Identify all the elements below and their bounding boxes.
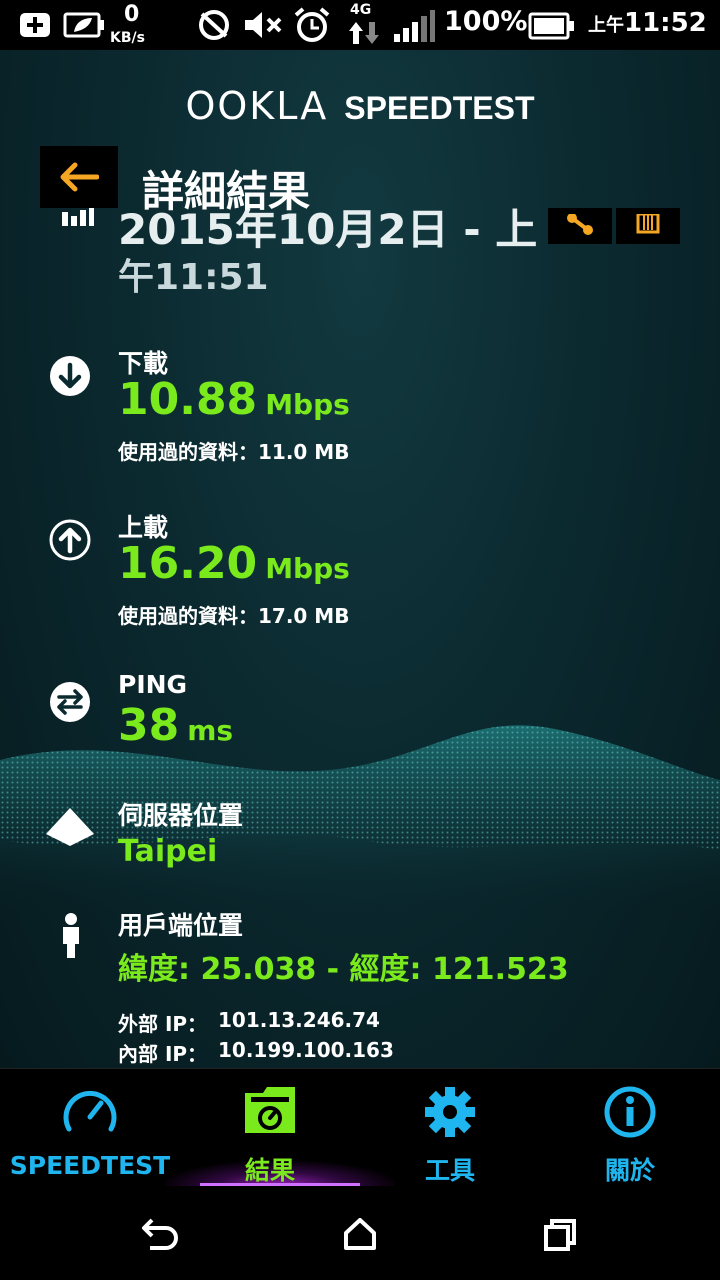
upload-data-used: 使用過的資料：17.0 MB: [118, 604, 350, 628]
system-back-button[interactable]: [128, 1210, 192, 1258]
tab-results[interactable]: 結果: [180, 1069, 360, 1187]
client-location-icon: [56, 912, 86, 960]
clock: 上午11:52: [588, 8, 707, 38]
tab-tools-label: 工具: [424, 1156, 475, 1185]
share-button[interactable]: [548, 208, 612, 244]
tab-results-label: 結果: [244, 1156, 295, 1185]
net-speed-unit: KB/s: [110, 30, 145, 46]
logo-ookla: OOKLA: [185, 84, 329, 128]
tab-about-label: 關於: [604, 1156, 655, 1185]
tab-tools[interactable]: 工具: [360, 1069, 540, 1187]
internal-ip-row: 內部 IP： 10.199.100.163: [118, 1038, 394, 1067]
download-value: 10.88 Mbps: [118, 374, 350, 425]
trash-icon: [636, 214, 660, 234]
back-icon: [142, 1218, 178, 1250]
ping-icon: [48, 680, 92, 724]
background-wave: [0, 725, 720, 910]
tab-speedtest[interactable]: SPEEDTEST: [0, 1069, 180, 1187]
share-icon: [567, 214, 593, 235]
download-speed: 10.88: [118, 374, 258, 425]
server-label: 伺服器位置: [118, 801, 244, 830]
ping-label: PING: [118, 670, 188, 699]
clock-ampm: 上午: [588, 15, 624, 36]
client-coords: 緯度: 25.038 - 經度: 121.523: [118, 952, 569, 987]
client-label: 用戶端位置: [118, 911, 244, 940]
data-sync-icon: [196, 8, 232, 42]
upload-icon: [48, 518, 92, 562]
internal-ip-value: 10.199.100.163: [218, 1038, 394, 1062]
app-logo: OOKLA SPEEDTEST: [0, 84, 720, 128]
download-icon: [48, 354, 92, 398]
alarm-icon: [292, 6, 332, 44]
ping-unit: ms: [187, 714, 234, 747]
delete-button[interactable]: [616, 208, 680, 244]
tab-speedtest-label: SPEEDTEST: [9, 1151, 171, 1180]
clock-time: 11:52: [624, 8, 707, 38]
network-arrows-icon: [348, 20, 380, 46]
system-navigation-bar: [0, 1186, 720, 1280]
gear-icon: [425, 1087, 475, 1137]
battery-icon: [528, 12, 576, 40]
server-location-icon: [44, 802, 94, 846]
signal-icon: [392, 10, 436, 44]
home-icon: [344, 1218, 376, 1250]
system-recents-button[interactable]: [528, 1210, 592, 1258]
signal-type-icon: [62, 208, 94, 230]
upload-speed: 16.20: [118, 538, 258, 589]
battery-percent: 100%: [444, 6, 528, 37]
net-speed-value: 0: [124, 2, 140, 27]
server-value: Taipei: [118, 834, 218, 869]
status-bar: 0 KB/s 4G 100% 上午11:52: [0, 0, 720, 50]
results-folder-icon: [245, 1087, 295, 1133]
system-home-button[interactable]: [328, 1210, 392, 1258]
upload-unit: Mbps: [265, 552, 350, 585]
download-data-used: 使用過的資料：11.0 MB: [118, 440, 350, 464]
internal-ip-label: 內部 IP：: [118, 1042, 208, 1066]
external-ip-label: 外部 IP：: [118, 1012, 208, 1036]
add-icon: [18, 10, 52, 40]
tab-about[interactable]: 關於: [540, 1069, 720, 1187]
app-content: OOKLA SPEEDTEST 2015年10月2日 - 上 午11:51 詳細結…: [0, 50, 720, 1068]
upload-value: 16.20 Mbps: [118, 538, 350, 589]
battery-saver-icon: [62, 8, 106, 42]
result-date-line2: 午11:51: [118, 257, 269, 298]
download-unit: Mbps: [265, 388, 350, 421]
mute-icon: [242, 8, 286, 42]
external-ip-value: 101.13.246.74: [218, 1008, 380, 1032]
back-button[interactable]: [40, 146, 118, 208]
ping-value: 38 ms: [118, 700, 233, 751]
back-arrow-icon: [60, 162, 99, 192]
page-title: 詳細結果: [142, 167, 311, 216]
ping-time: 38: [118, 700, 180, 751]
recents-icon: [544, 1219, 576, 1251]
logo-speedtest: SPEEDTEST: [344, 90, 535, 126]
bottom-navigation: SPEEDTEST 結果 工具 關於: [0, 1068, 720, 1187]
speedometer-icon: [63, 1090, 117, 1132]
external-ip-row: 外部 IP： 101.13.246.74: [118, 1008, 380, 1037]
network-type: 4G: [350, 2, 372, 18]
info-icon: [604, 1086, 656, 1138]
